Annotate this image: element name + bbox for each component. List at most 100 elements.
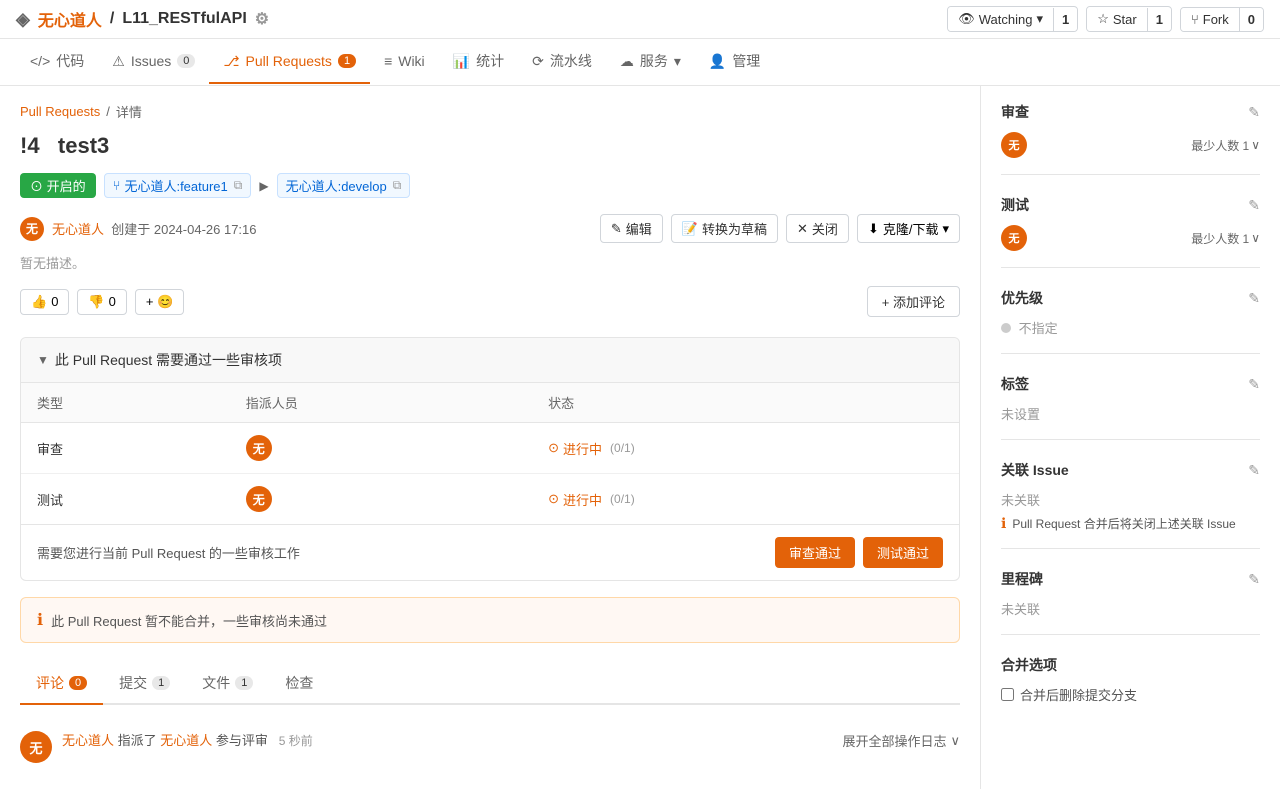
tab-stats-label: 统计 <box>476 51 504 71</box>
watch-button[interactable]: 👁 Watching ▾ <box>948 7 1053 31</box>
pr-tab-files-label: 文件 <box>202 673 230 693</box>
thumbdown-icon: 👎 <box>88 294 104 310</box>
checklist-header[interactable]: ▼ 此 Pull Request 需要通过一些审核项 <box>21 338 959 383</box>
tab-pipeline[interactable]: ⟳ 流水线 <box>518 39 606 85</box>
review-min-count[interactable]: 最少人数 1 ∨ <box>1191 137 1260 154</box>
clone-button[interactable]: ⬇ 克隆/下载 ▾ <box>857 214 960 243</box>
pr-status-label: 开启的 <box>47 179 86 194</box>
tab-issues-label: Issues <box>131 53 171 69</box>
thumbup-button[interactable]: 👍 0 <box>20 289 69 315</box>
copy-source-icon[interactable]: ⧉ <box>234 178 243 193</box>
open-icon: ⊙ <box>30 179 47 194</box>
col-assignee: 指派人员 <box>230 383 532 423</box>
fork-label: Fork <box>1203 12 1229 27</box>
branch-info: ⊙ 开启的 ⑂ 无心道人:feature1 ⧉ ▶ 无心道人:develop ⧉ <box>20 173 960 198</box>
tab-wiki[interactable]: ≡ Wiki <box>370 41 439 83</box>
test-assignee-initial: 无 <box>253 491 265 508</box>
activity-item: 无 无心道人 指派了 无心道人 参与评审 5 秒前 展开全部操作日志 ∨ <box>20 721 960 773</box>
sidebar-labels-edit-icon[interactable]: ✎ <box>1248 376 1260 393</box>
sidebar-test-section: 测试 ✎ 无 最少人数 1 ∨ <box>1001 195 1260 268</box>
activity-action: 指派了 <box>118 733 161 748</box>
pr-tab-checks[interactable]: 检查 <box>269 663 329 705</box>
pr-warning: ℹ 此 Pull Request 暂不能合并，一些审核尚未通过 <box>20 597 960 643</box>
breadcrumb-parent[interactable]: Pull Requests <box>20 104 100 119</box>
priority-dot <box>1001 323 1011 333</box>
sidebar-linked-issues-header: 关联 Issue ✎ <box>1001 460 1260 480</box>
repo-owner[interactable]: 无心道人 <box>38 7 102 31</box>
sidebar-priority-value: 不指定 <box>1001 318 1260 337</box>
thumbdown-button[interactable]: 👎 0 <box>77 289 126 315</box>
pr-tab-comments[interactable]: 评论 0 <box>20 663 103 705</box>
activity-user1[interactable]: 无心道人 <box>62 733 114 748</box>
test-pass-button[interactable]: 测试通过 <box>863 537 943 568</box>
review-status-count: (0/1) <box>610 441 635 455</box>
tab-pr-badge: 1 <box>338 54 356 68</box>
watch-btn-group: 👁 Watching ▾ 1 <box>947 6 1078 32</box>
pr-tab-files[interactable]: 文件 1 <box>186 663 269 705</box>
sidebar-review-edit-icon[interactable]: ✎ <box>1248 104 1260 121</box>
sidebar-review-header: 审查 ✎ <box>1001 102 1260 122</box>
sidebar-linked-issues-section: 关联 Issue ✎ 未关联 ℹ Pull Request 合并后将关闭上述关联… <box>1001 460 1260 549</box>
star-button[interactable]: ☆ Star <box>1087 7 1147 31</box>
close-button[interactable]: ✕ 关闭 <box>786 214 849 243</box>
checklist-footer-actions: 审查通过 测试通过 <box>775 537 943 568</box>
checklist-header-text: 此 Pull Request 需要通过一些审核项 <box>55 350 282 370</box>
nav-tabs: </> 代码 ⚠ Issues 0 ⎇ Pull Requests 1 ≡ Wi… <box>0 39 1280 86</box>
draft-button[interactable]: 📝 转换为草稿 <box>671 214 778 243</box>
test-min-count[interactable]: 最少人数 1 ∨ <box>1191 230 1260 247</box>
tab-stats[interactable]: 📊 统计 <box>439 39 518 85</box>
chevron-services-icon: ▾ <box>674 53 681 70</box>
activity-user2[interactable]: 无心道人 <box>160 733 212 748</box>
checklist-row-test: 测试 无 ⊙ 进行中 (0/1) <box>21 474 959 525</box>
source-branch[interactable]: ⑂ 无心道人:feature1 ⧉ <box>104 173 252 198</box>
pr-meta: 无 无心道人 创建于 2024-04-26 17:16 ✎ 编辑 📝 转换为草稿… <box>20 214 960 243</box>
checklist-row-review: 审查 无 ⊙ 进行中 (0/1) <box>21 423 959 474</box>
target-branch[interactable]: 无心道人:develop ⧉ <box>277 173 411 198</box>
approve-button[interactable]: 审查通过 <box>775 537 855 568</box>
test-assignee-avatar: 无 <box>246 486 272 512</box>
delete-branch-checkbox[interactable] <box>1001 688 1014 701</box>
edit-button[interactable]: ✎ 编辑 <box>600 214 663 243</box>
pr-tab-commits[interactable]: 提交 1 <box>103 663 186 705</box>
sidebar-priority-edit-icon[interactable]: ✎ <box>1248 290 1260 307</box>
breadcrumb: Pull Requests / 详情 <box>20 102 960 121</box>
checklist-toggle-icon: ▼ <box>37 353 49 367</box>
tab-services[interactable]: ☁ 服务 ▾ <box>606 39 695 85</box>
expand-log-button[interactable]: 展开全部操作日志 ∨ <box>842 731 960 750</box>
repo-title: ◈ 无心道人 / L11_RESTfulAPI ⚙ <box>16 7 269 31</box>
pr-author[interactable]: 无心道人 <box>52 222 104 237</box>
copy-target-icon[interactable]: ⧉ <box>393 178 402 193</box>
sidebar-labels-header: 标签 ✎ <box>1001 374 1260 394</box>
tab-issues[interactable]: ⚠ Issues 0 <box>98 41 209 84</box>
repo-name[interactable]: L11_RESTfulAPI <box>122 10 246 28</box>
test-chevron-icon: ∨ <box>1251 231 1260 245</box>
priority-value-label: 不指定 <box>1019 321 1058 336</box>
sidebar-review-user: 无 最少人数 1 ∨ <box>1001 132 1260 158</box>
fork-button[interactable]: ⑂ Fork <box>1181 8 1239 31</box>
settings-icon[interactable]: ⚙ <box>255 9 269 29</box>
expand-log-label: 展开全部操作日志 <box>842 731 946 750</box>
pr-icon: ⎇ <box>223 53 239 70</box>
tab-code[interactable]: </> 代码 <box>16 39 98 85</box>
review-user-initial: 无 <box>1009 137 1020 153</box>
sidebar-test-title: 测试 <box>1001 195 1029 215</box>
tab-admin[interactable]: 👤 管理 <box>695 39 774 85</box>
star-count: 1 <box>1147 8 1171 31</box>
expand-log-icon: ∨ <box>950 733 960 749</box>
test-user-initial: 无 <box>1009 230 1020 246</box>
review-chevron-icon: ∨ <box>1251 138 1260 152</box>
sidebar-milestone-edit-icon[interactable]: ✎ <box>1248 571 1260 588</box>
tab-services-label: 服务 <box>640 51 668 71</box>
sidebar-linked-issues-edit-icon[interactable]: ✎ <box>1248 462 1260 479</box>
edit-icon: ✎ <box>611 221 622 237</box>
source-branch-label: 无心道人:feature1 <box>124 176 227 195</box>
pr-tab-files-badge: 1 <box>235 676 253 690</box>
tab-pull-requests[interactable]: ⎇ Pull Requests 1 <box>209 41 370 84</box>
add-comment-button[interactable]: + 添加评论 <box>867 286 960 317</box>
sidebar-test-edit-icon[interactable]: ✎ <box>1248 197 1260 214</box>
repo-separator: / <box>110 10 114 28</box>
tab-issues-badge: 0 <box>177 54 195 68</box>
test-status-label: 进行中 <box>563 490 602 509</box>
tab-wiki-label: Wiki <box>398 53 424 69</box>
emoji-button[interactable]: + 😊 <box>135 289 184 315</box>
